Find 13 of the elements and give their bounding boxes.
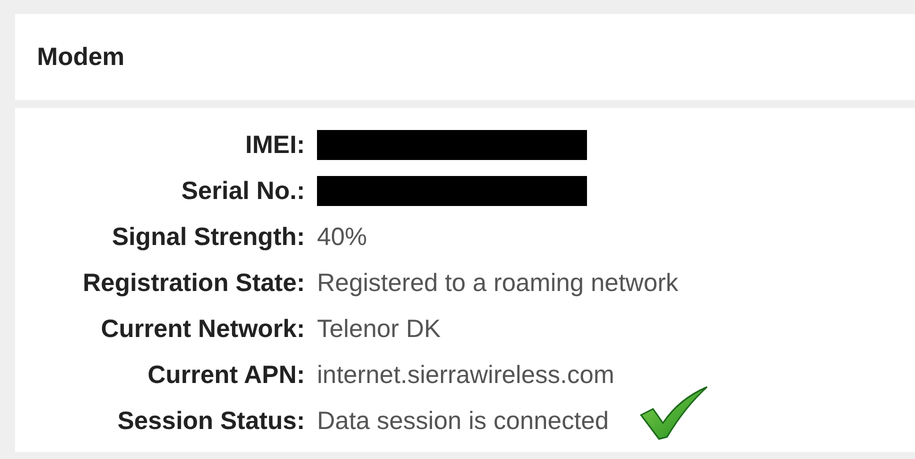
- field-value: 40%: [317, 222, 368, 253]
- field-value: Registered to a roaming network: [317, 268, 678, 299]
- field-label: Signal Strength:: [110, 222, 305, 253]
- field-label: Current Network:: [100, 314, 305, 345]
- field-label: Current APN:: [146, 360, 305, 391]
- field-label: IMEI:: [244, 130, 305, 161]
- field-value: Data session is connected: [317, 406, 609, 437]
- field-label: Session Status:: [116, 406, 305, 437]
- field-value: Telenor DK: [317, 314, 441, 345]
- panel-title: Modem: [37, 42, 124, 72]
- field-label: Registration State:: [82, 268, 305, 299]
- field-value: internet.sierrawireless.com: [317, 360, 614, 391]
- field-label: Serial No.:: [180, 176, 305, 207]
